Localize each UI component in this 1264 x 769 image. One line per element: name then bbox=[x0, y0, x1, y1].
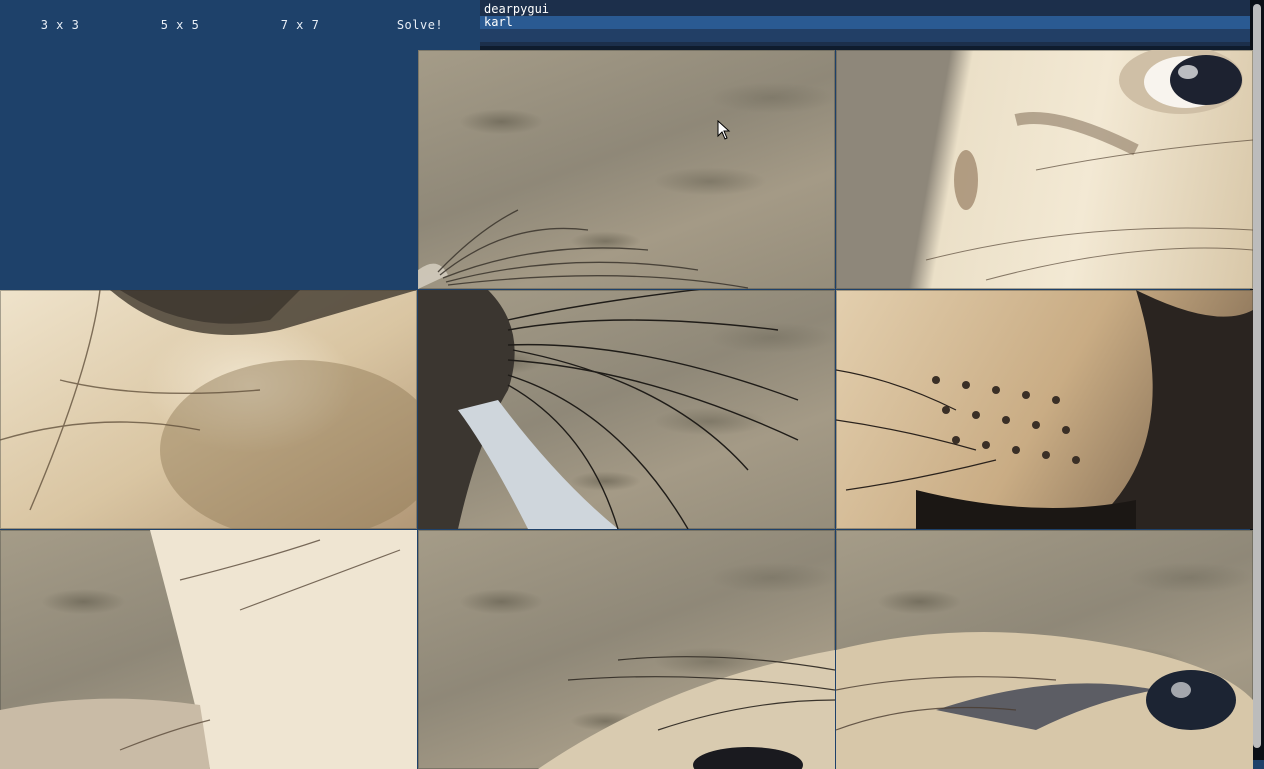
image-listbox[interactable]: dearpygui karl bbox=[480, 0, 1250, 46]
puzzle-tile[interactable] bbox=[418, 50, 835, 289]
puzzle-tile[interactable] bbox=[0, 530, 417, 769]
tile-image bbox=[538, 650, 835, 769]
tile-image bbox=[418, 290, 799, 529]
tile-image bbox=[0, 530, 417, 769]
scrollbar-thumb[interactable] bbox=[1253, 4, 1261, 748]
puzzle-tile[interactable] bbox=[418, 530, 835, 769]
puzzle-tile[interactable] bbox=[836, 290, 1253, 529]
puzzle-board bbox=[0, 50, 1253, 769]
grid-7x7-button[interactable]: 7 x 7 bbox=[240, 10, 360, 40]
puzzle-tile[interactable] bbox=[418, 290, 835, 529]
tile-image bbox=[418, 209, 749, 289]
mouse-pointer-icon bbox=[717, 120, 731, 140]
toolbar: 3 x 3 5 x 5 7 x 7 Solve! bbox=[0, 0, 480, 50]
puzzle-tile[interactable] bbox=[836, 50, 1253, 289]
puzzle-tile[interactable] bbox=[0, 290, 417, 529]
list-item-dearpygui[interactable]: dearpygui bbox=[480, 3, 1250, 16]
tile-image bbox=[836, 632, 1253, 769]
tile-image bbox=[0, 290, 417, 529]
tile-image bbox=[925, 50, 1253, 281]
list-item-karl[interactable]: karl bbox=[480, 16, 1250, 29]
solve-button[interactable]: Solve! bbox=[360, 10, 480, 40]
list-item-highlight bbox=[480, 29, 1250, 42]
grid-3x3-button[interactable]: 3 x 3 bbox=[0, 10, 120, 40]
puzzle-tile-empty[interactable] bbox=[0, 50, 417, 289]
puzzle-tile[interactable] bbox=[836, 530, 1253, 769]
grid-5x5-button[interactable]: 5 x 5 bbox=[120, 10, 240, 40]
tile-image bbox=[836, 290, 1253, 529]
